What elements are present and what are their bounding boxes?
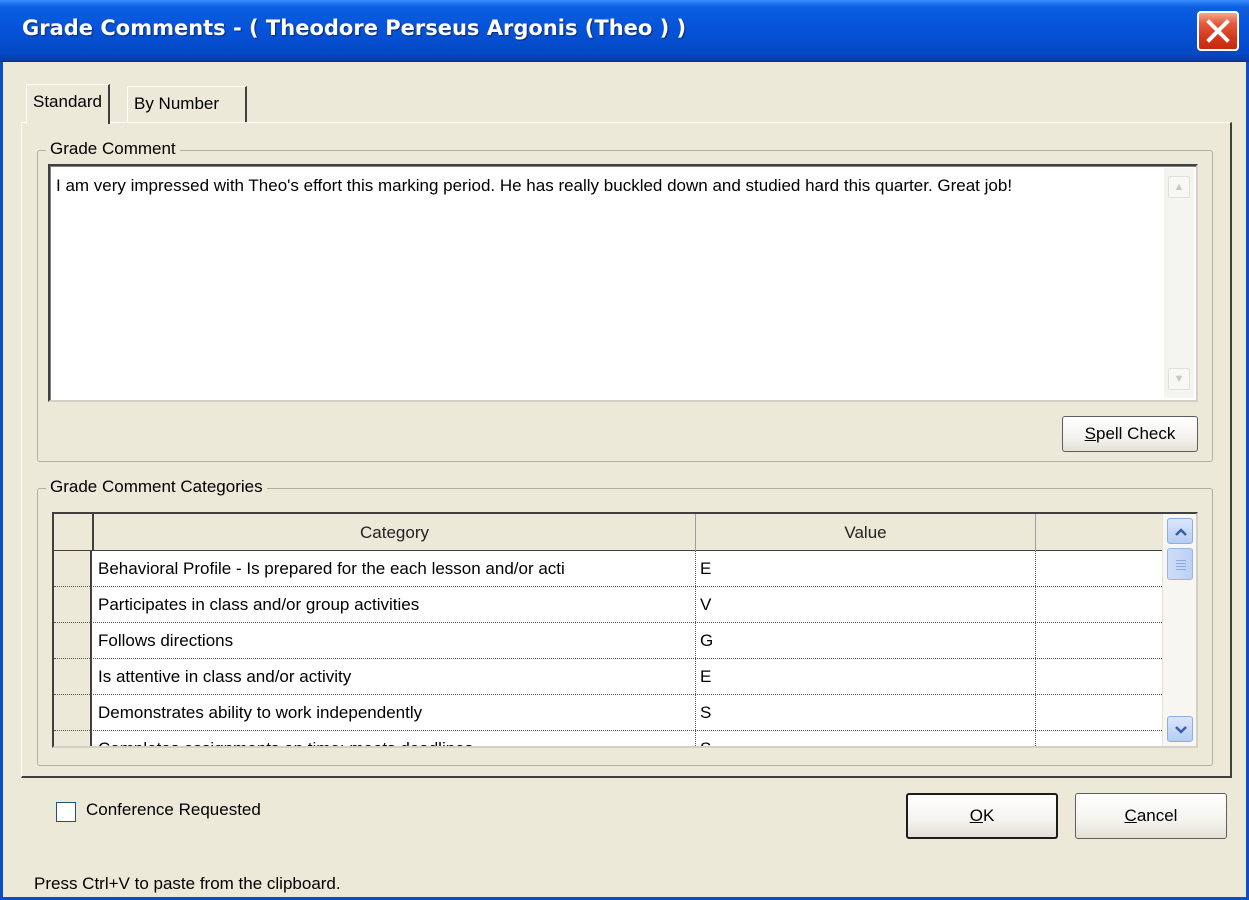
cancel-mnemonic: C [1124,806,1137,825]
cancel-label: ancel [1136,806,1178,825]
category-cell: Is attentive in class and/or activity [94,659,696,694]
spell-check-button[interactable]: Spell Check [1062,416,1198,452]
category-cell: Participates in class and/or group activ… [94,587,696,622]
conference-requested-checkbox[interactable] [56,802,76,822]
grid-scroll-up-button[interactable] [1167,518,1193,544]
spell-check-label: pell Check [1095,424,1176,443]
tab-by-number[interactable]: By Number [127,86,247,122]
value-cell[interactable]: S [696,695,1036,730]
value-cell[interactable]: S [696,731,1036,746]
status-message: Press Ctrl+V to paste from the clipboard… [34,874,341,893]
spell-check-mnemonic: S [1084,424,1096,443]
grid-scroll-down-button[interactable] [1167,716,1193,742]
close-button[interactable] [1197,11,1239,51]
table-row[interactable]: Completes assignments on time; meets dea… [54,731,1164,746]
extra-cell [1036,623,1162,658]
value-cell[interactable]: E [696,659,1036,694]
grade-comment-textarea[interactable]: I am very impressed with Theo's effort t… [48,164,1198,402]
table-row[interactable]: Behavioral Profile - Is prepared for the… [54,551,1164,587]
comment-scrollbar[interactable]: ▲ ▼ [1164,168,1194,398]
grid-scroll-thumb[interactable] [1167,548,1193,580]
table-row[interactable]: Is attentive in class and/or activity E [54,659,1164,695]
value-cell[interactable]: E [696,551,1036,586]
table-row[interactable]: Follows directions G [54,623,1164,659]
chevron-up-icon [1175,528,1187,536]
header-extra [1036,514,1164,551]
grid-scrollbar[interactable] [1162,514,1196,746]
grid-header: Category Value [54,514,1164,551]
categories-grid[interactable]: Category Value Behavioral Profile - Is p… [52,512,1198,748]
ok-mnemonic: O [969,806,983,825]
extra-cell [1036,587,1162,622]
title-bar: Grade Comments - ( Theodore Perseus Argo… [0,0,1249,62]
window-title: Grade Comments - ( Theodore Perseus Argo… [22,16,687,40]
extra-cell [1036,551,1162,586]
cancel-button[interactable]: Cancel [1075,793,1227,839]
category-cell: Behavioral Profile - Is prepared for the… [94,551,696,586]
scroll-down-arrow-icon[interactable]: ▼ [1168,368,1190,390]
header-category[interactable]: Category [94,514,696,551]
ok-button[interactable]: OK [906,793,1058,839]
grade-comment-text: I am very impressed with Theo's effort t… [56,176,1013,195]
header-value[interactable]: Value [696,514,1036,551]
category-cell: Follows directions [94,623,696,658]
grade-comment-legend: Grade Comment [46,139,180,159]
conference-requested-label[interactable]: Conference Requested [86,800,261,820]
chevron-down-icon [1175,726,1187,734]
value-cell[interactable]: V [696,587,1036,622]
category-cell: Completes assignments on time; meets dea… [94,731,696,746]
extra-cell [1036,695,1162,730]
tab-by-number-label: By Number [134,94,220,113]
extra-cell [1036,659,1162,694]
category-cell: Demonstrates ability to work independent… [94,695,696,730]
value-cell[interactable]: G [696,623,1036,658]
categories-legend: Grade Comment Categories [46,477,267,497]
extra-cell [1036,731,1162,746]
close-icon [1206,19,1230,43]
table-row[interactable]: Participates in class and/or group activ… [54,587,1164,623]
ok-label: K [982,806,995,825]
header-gutter [54,514,94,551]
tab-standard[interactable]: Standard [26,84,110,124]
scroll-up-arrow-icon[interactable]: ▲ [1168,176,1190,198]
tab-standard-label: Standard [33,92,102,111]
table-row[interactable]: Demonstrates ability to work independent… [54,695,1164,731]
